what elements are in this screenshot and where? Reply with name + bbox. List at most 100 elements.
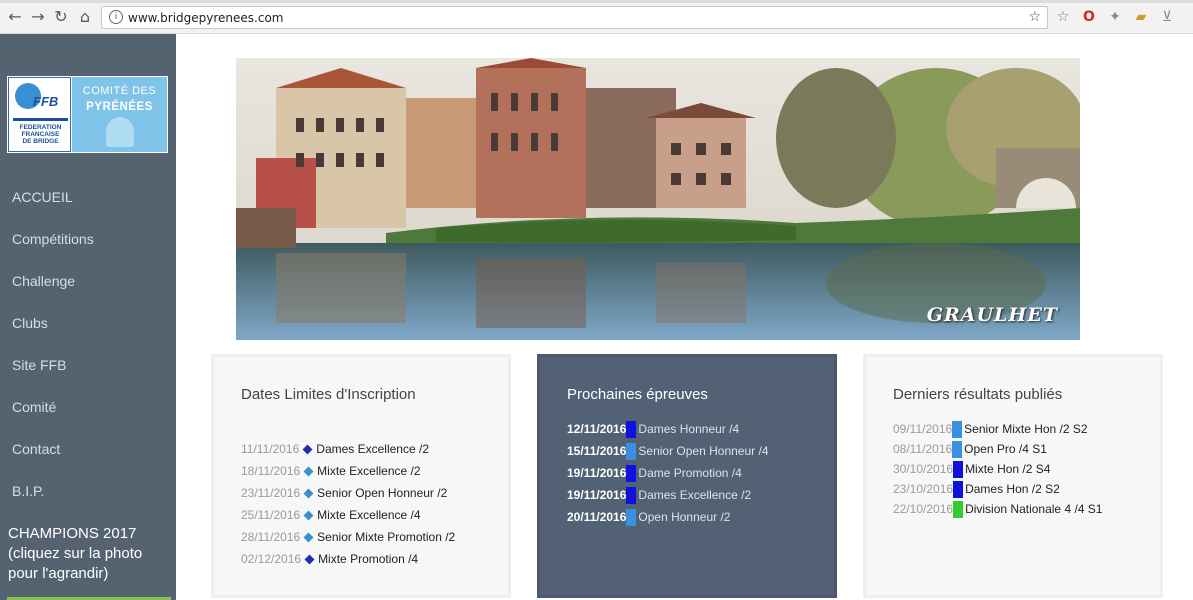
dates-limites-row[interactable]: 28/11/2016 Senior Mixte Promotion /2 [241,528,455,546]
diamond-marker-icon [303,488,314,499]
inbox-extension-icon[interactable]: ⊻ [1158,8,1176,26]
sidebar-item-competitions[interactable]: Compétitions [12,231,162,247]
dates-limites-row[interactable]: 23/11/2016 Senior Open Honneur /2 [241,484,447,502]
sidebar-item-clubs[interactable]: Clubs [12,315,162,331]
resultats-row[interactable]: 23/10/2016 Dames Hon /2 S2 [893,480,1060,498]
dates-limites-row[interactable]: 02/12/2016 Mixte Promotion /4 [241,550,418,568]
row-label[interactable]: Senior Open Honneur /4 [638,444,768,458]
diamond-marker-icon [303,466,314,477]
sidebar-item-challenge[interactable]: Challenge [12,273,162,289]
color-marker-icon [952,420,963,438]
row-label[interactable]: Senior Mixte Hon /2 S2 [964,422,1087,436]
puzzle-extension-icon[interactable]: ✦ [1106,8,1124,26]
row-label[interactable]: Mixte Excellence /2 [317,464,420,478]
row-date: 12/11/2016 [567,422,627,436]
row-label[interactable]: Mixte Promotion /4 [318,552,418,566]
url-text[interactable]: www.bridgepyrenees.com [128,11,284,25]
row-date: 08/11/2016 [893,442,953,456]
champions-title: CHAMPIONS 2017 [8,525,137,542]
diamond-marker-icon [303,510,314,521]
graulhet-town-illustration [236,58,1080,340]
dates-limites-row[interactable]: 25/11/2016 Mixte Excellence /4 [241,506,421,524]
ffb-logo-bar [13,118,68,121]
comite-logo-top: COMITÉ DES [82,85,157,97]
comite-logo-main: PYRÉNÉES [86,101,153,113]
comite-tree-icon [106,117,134,147]
prochaines-title: Prochaines épreuves [567,386,708,403]
ffb-logo-text: FFB [33,94,59,109]
forward-arrow-icon[interactable]: → [28,6,48,28]
banner-photo: GRAULHET [236,58,1080,340]
row-date: 19/11/2016 [567,488,627,502]
derniers-resultats-panel: Derniers résultats publiés 09/11/2016 Sen… [863,354,1163,598]
color-marker-icon [626,464,637,482]
color-marker-icon [626,420,637,438]
sidebar-item-comite[interactable]: Comité [12,399,162,415]
row-label[interactable]: Open Honneur /2 [638,510,730,524]
row-label[interactable]: Dames Excellence /2 [638,488,751,502]
dates-limites-title: Dates Limites d'Inscription [241,386,416,403]
row-label[interactable]: Mixte Excellence /4 [317,508,420,522]
ffb-logo-caption: FEDERATION FRANCAISE DE BRIDGE [19,124,62,145]
row-date: 11/11/2016 [241,442,300,456]
row-date: 02/12/2016 [241,552,302,566]
opera-icon[interactable]: O [1080,8,1098,26]
info-icon[interactable]: i [109,10,123,24]
resultats-row[interactable]: 30/10/2016 Mixte Hon /2 S4 [893,460,1050,478]
comite-logo: COMITÉ DES PYRÉNÉES [72,77,167,152]
color-marker-icon [626,442,637,460]
reload-icon[interactable]: ↻ [51,6,71,28]
bookmark-star-icon[interactable]: ☆ [1028,9,1041,25]
resultats-title: Derniers résultats publiés [893,386,1063,403]
row-date: 28/11/2016 [241,530,301,544]
resultats-row[interactable]: 09/11/2016 Senior Mixte Hon /2 S2 [893,420,1088,438]
prochaines-row[interactable]: 20/11/2016 Open Honneur /2 [567,508,730,526]
color-marker-icon [953,480,964,498]
prochaines-row[interactable]: 19/11/2016 Dames Excellence /2 [567,486,751,504]
row-date: 09/11/2016 [893,422,953,436]
row-label[interactable]: Mixte Hon /2 S4 [965,462,1050,476]
sidebar-item-site-ffb[interactable]: Site FFB [12,357,162,373]
row-date: 18/11/2016 [241,464,301,478]
dates-limites-row[interactable]: 11/11/2016 Dames Excellence /2 [241,440,429,458]
row-label[interactable]: Senior Mixte Promotion /2 [317,530,455,544]
prochaines-row[interactable]: 12/11/2016 Dames Honneur /4 [567,420,739,438]
row-label[interactable]: Open Pro /4 S1 [964,442,1047,456]
color-marker-icon [626,486,637,504]
row-label[interactable]: Division Nationale 4 /4 S1 [965,502,1102,516]
sidebar-item-bip[interactable]: B.I.P. [12,483,162,499]
banner-caption: GRAULHET [926,304,1058,326]
row-label[interactable]: Senior Open Honneur /2 [317,486,447,500]
row-date: 30/10/2016 [893,462,954,476]
row-date: 23/11/2016 [241,486,301,500]
row-date: 15/11/2016 [567,444,627,458]
diamond-marker-icon [304,554,315,565]
prochaines-row[interactable]: 19/11/2016 Dame Promotion /4 [567,464,742,482]
back-arrow-icon[interactable]: ← [5,6,25,28]
row-date: 20/11/2016 [567,510,627,524]
prochaines-row[interactable]: 15/11/2016 Senior Open Honneur /4 [567,442,769,460]
row-date: 22/10/2016 [893,502,954,516]
sidebar-item-accueil[interactable]: ACCUEIL [12,189,162,205]
home-icon[interactable]: ⌂ [75,6,95,28]
row-label[interactable]: Dames Honneur /4 [638,422,739,436]
sidebar-item-contact[interactable]: Contact [12,441,162,457]
color-marker-icon [952,440,963,458]
ffb-logo: FFB FEDERATION FRANCAISE DE BRIDGE [8,77,71,152]
folder-extension-icon[interactable]: ▰ [1132,8,1150,26]
resultats-row[interactable]: 22/10/2016 Division Nationale 4 /4 S1 [893,500,1102,518]
dates-limites-panel: Dates Limites d'Inscription 11/11/2016 Da… [211,354,511,598]
color-marker-icon [953,500,964,518]
color-marker-icon [953,460,964,478]
color-marker-icon [626,508,637,526]
dates-limites-row[interactable]: 18/11/2016 Mixte Excellence /2 [241,462,421,480]
champions-link[interactable]: CHAMPIONS 2017 (cliquez sur la photo pou… [8,524,168,584]
resultats-row[interactable]: 08/11/2016 Open Pro /4 S1 [893,440,1047,458]
row-label[interactable]: Dames Hon /2 S2 [965,482,1060,496]
champions-hint-line2: pour l'agrandir) [8,565,109,582]
address-bar[interactable]: i www.bridgepyrenees.com ☆ [101,6,1048,29]
row-label[interactable]: Dame Promotion /4 [638,466,741,480]
site-logo[interactable]: FFB FEDERATION FRANCAISE DE BRIDGE COMIT… [7,76,168,153]
star-outline-icon[interactable]: ☆ [1054,8,1072,26]
row-label[interactable]: Dames Excellence /2 [316,442,429,456]
